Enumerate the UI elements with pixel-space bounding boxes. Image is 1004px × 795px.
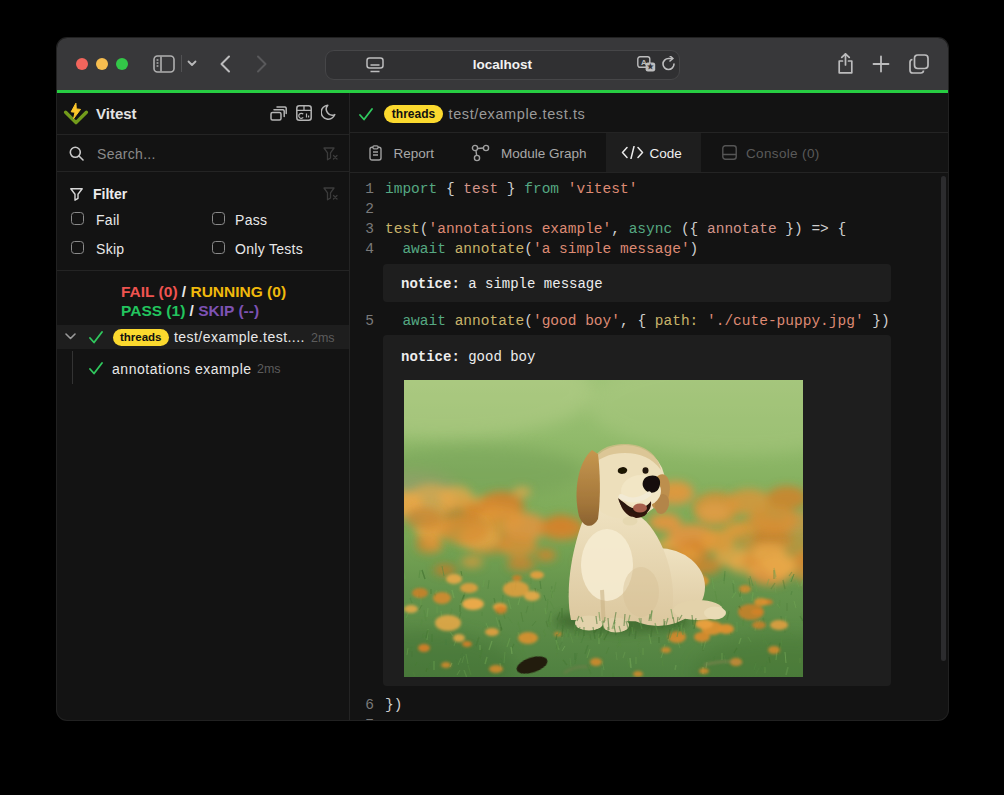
svg-text:★: ★ bbox=[647, 62, 654, 71]
